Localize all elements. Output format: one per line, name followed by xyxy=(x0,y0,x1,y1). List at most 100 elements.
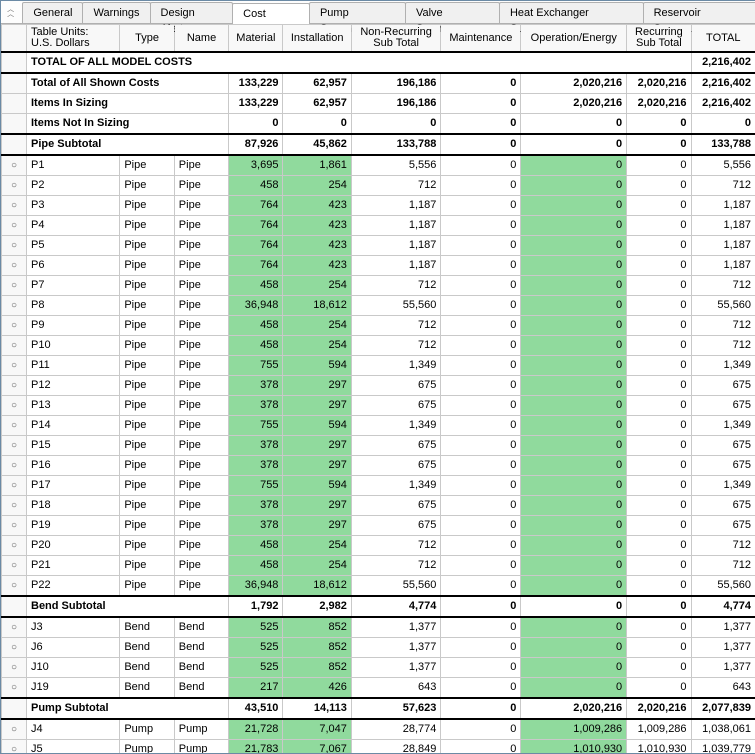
table-row[interactable]: ○P19PipePipe378297675000675 xyxy=(2,516,755,536)
cell-rec: 0 xyxy=(627,416,691,436)
header-operation[interactable]: Operation/Energy xyxy=(521,25,627,53)
cell-rec: 2,020,216 xyxy=(627,698,691,719)
header-maintenance[interactable]: Maintenance xyxy=(441,25,521,53)
item-id: J3 xyxy=(27,617,120,638)
header-total[interactable]: TOTAL xyxy=(691,25,755,53)
table-row[interactable]: ○P1PipePipe3,6951,8615,5560005,556 xyxy=(2,155,755,176)
cell-nr: 643 xyxy=(351,678,440,699)
tab-heat-exchanger-summary[interactable]: Heat Exchanger Summary xyxy=(499,2,644,23)
item-name: Pump xyxy=(174,719,228,740)
cell-tot: 133,788 xyxy=(691,134,755,155)
table-row[interactable]: ○P10PipePipe458254712000712 xyxy=(2,336,755,356)
table-row[interactable]: ○P22PipePipe36,94818,61255,56000055,560 xyxy=(2,576,755,597)
cell-mat: 458 xyxy=(229,316,283,336)
row-header: ○ xyxy=(2,236,27,256)
tab-reservoir-summary[interactable]: Reservoir Summary xyxy=(643,2,755,23)
cell-inst: 1,861 xyxy=(283,155,351,176)
header-nonrecurring[interactable]: Non-RecurringSub Total xyxy=(351,25,440,53)
cell-mat: 755 xyxy=(229,416,283,436)
header-units[interactable]: Table Units:U.S. Dollars xyxy=(27,25,120,53)
table-row[interactable]: ○P5PipePipe7644231,1870001,187 xyxy=(2,236,755,256)
table-row[interactable]: Total of All Shown Costs133,22962,957196… xyxy=(2,73,755,94)
table-row[interactable]: Pump Subtotal43,51014,11357,62302,020,21… xyxy=(2,698,755,719)
table-row[interactable]: Pipe Subtotal87,92645,862133,788000133,7… xyxy=(2,134,755,155)
collapse-chevron-icon[interactable]: ︿︿ xyxy=(1,7,20,17)
table-row[interactable]: ○P9PipePipe458254712000712 xyxy=(2,316,755,336)
table-row[interactable]: ○P6PipePipe7644231,1870001,187 xyxy=(2,256,755,276)
table-row[interactable]: ○J10BendBend5258521,3770001,377 xyxy=(2,658,755,678)
table-row[interactable]: ○P20PipePipe458254712000712 xyxy=(2,536,755,556)
cell-mnt: 0 xyxy=(441,236,521,256)
cell-op: 0 xyxy=(521,216,627,236)
cost-report-grid[interactable]: Table Units:U.S. Dollars Type Name Mater… xyxy=(1,24,755,754)
cell-tot: 675 xyxy=(691,516,755,536)
cell-op: 0 xyxy=(521,436,627,456)
table-row[interactable]: ○P11PipePipe7555941,3490001,349 xyxy=(2,356,755,376)
cell-op: 0 xyxy=(521,658,627,678)
item-name: Bend xyxy=(174,658,228,678)
cell-nr: 712 xyxy=(351,556,440,576)
item-type: Pipe xyxy=(120,236,174,256)
item-name: Bend xyxy=(174,638,228,658)
table-row[interactable]: ○P13PipePipe378297675000675 xyxy=(2,396,755,416)
table-row[interactable]: ○P17PipePipe7555941,3490001,349 xyxy=(2,476,755,496)
item-type: Pipe xyxy=(120,496,174,516)
table-row[interactable]: Items Not In Sizing0000000 xyxy=(2,114,755,135)
tab-warnings[interactable]: Warnings xyxy=(82,2,150,23)
table-row[interactable]: ○P7PipePipe458254712000712 xyxy=(2,276,755,296)
cell-tot: 1,349 xyxy=(691,476,755,496)
table-row[interactable]: ○P4PipePipe7644231,1870001,187 xyxy=(2,216,755,236)
header-material[interactable]: Material xyxy=(229,25,283,53)
tab-design-alerts[interactable]: Design Alerts xyxy=(150,2,234,23)
cell-mat: 525 xyxy=(229,638,283,658)
table-row[interactable]: Items In Sizing133,22962,957196,18602,02… xyxy=(2,94,755,114)
table-row[interactable]: Bend Subtotal1,7922,9824,7740004,774 xyxy=(2,596,755,617)
cell-tot: 1,377 xyxy=(691,658,755,678)
cell-nr: 1,187 xyxy=(351,236,440,256)
table-row[interactable]: TOTAL OF ALL MODEL COSTS2,216,402 xyxy=(2,52,755,73)
tab-cost-report[interactable]: Cost Report xyxy=(232,3,310,24)
tab-general[interactable]: General xyxy=(22,2,83,23)
table-row[interactable]: ○P18PipePipe378297675000675 xyxy=(2,496,755,516)
cell-op: 0 xyxy=(521,638,627,658)
table-row[interactable]: ○P16PipePipe378297675000675 xyxy=(2,456,755,476)
header-corner xyxy=(2,25,27,53)
item-id: P5 xyxy=(27,236,120,256)
cell-inst: 852 xyxy=(283,638,351,658)
table-row[interactable]: ○J19BendBend217426643000643 xyxy=(2,678,755,699)
header-recurring[interactable]: RecurringSub Total xyxy=(627,25,691,53)
item-id: P17 xyxy=(27,476,120,496)
cell-nr: 712 xyxy=(351,316,440,336)
table-row[interactable]: ○P3PipePipe7644231,1870001,187 xyxy=(2,196,755,216)
cell-nr: 4,774 xyxy=(351,596,440,617)
table-row[interactable]: ○J4PumpPump21,7287,04728,77401,009,2861,… xyxy=(2,719,755,740)
cell-inst: 254 xyxy=(283,176,351,196)
cell-rec: 0 xyxy=(627,216,691,236)
tab-pump-summary[interactable]: Pump Summary xyxy=(309,2,406,23)
cell-mnt: 0 xyxy=(441,576,521,597)
item-name: Pipe xyxy=(174,516,228,536)
table-row[interactable]: ○P12PipePipe378297675000675 xyxy=(2,376,755,396)
header-type[interactable]: Type xyxy=(120,25,174,53)
cell-mnt: 0 xyxy=(441,94,521,114)
item-type: Pipe xyxy=(120,216,174,236)
cell-tot: 1,187 xyxy=(691,236,755,256)
table-row[interactable]: ○J6BendBend5258521,3770001,377 xyxy=(2,638,755,658)
table-row[interactable]: ○P14PipePipe7555941,3490001,349 xyxy=(2,416,755,436)
cell-op: 1,009,286 xyxy=(521,719,627,740)
cell-tot: 712 xyxy=(691,336,755,356)
header-installation[interactable]: Installation xyxy=(283,25,351,53)
cell-mat: 755 xyxy=(229,476,283,496)
header-name[interactable]: Name xyxy=(174,25,228,53)
cell-inst: 254 xyxy=(283,276,351,296)
table-row[interactable]: ○P8PipePipe36,94818,61255,56000055,560 xyxy=(2,296,755,316)
row-header: ○ xyxy=(2,536,27,556)
table-row[interactable]: ○J3BendBend5258521,3770001,377 xyxy=(2,617,755,638)
item-name: Pipe xyxy=(174,155,228,176)
table-row[interactable]: ○P2PipePipe458254712000712 xyxy=(2,176,755,196)
item-type: Pipe xyxy=(120,296,174,316)
tab-valve-summary[interactable]: Valve Summary xyxy=(405,2,500,23)
cell-rec: 0 xyxy=(627,596,691,617)
table-row[interactable]: ○P15PipePipe378297675000675 xyxy=(2,436,755,456)
table-row[interactable]: ○P21PipePipe458254712000712 xyxy=(2,556,755,576)
